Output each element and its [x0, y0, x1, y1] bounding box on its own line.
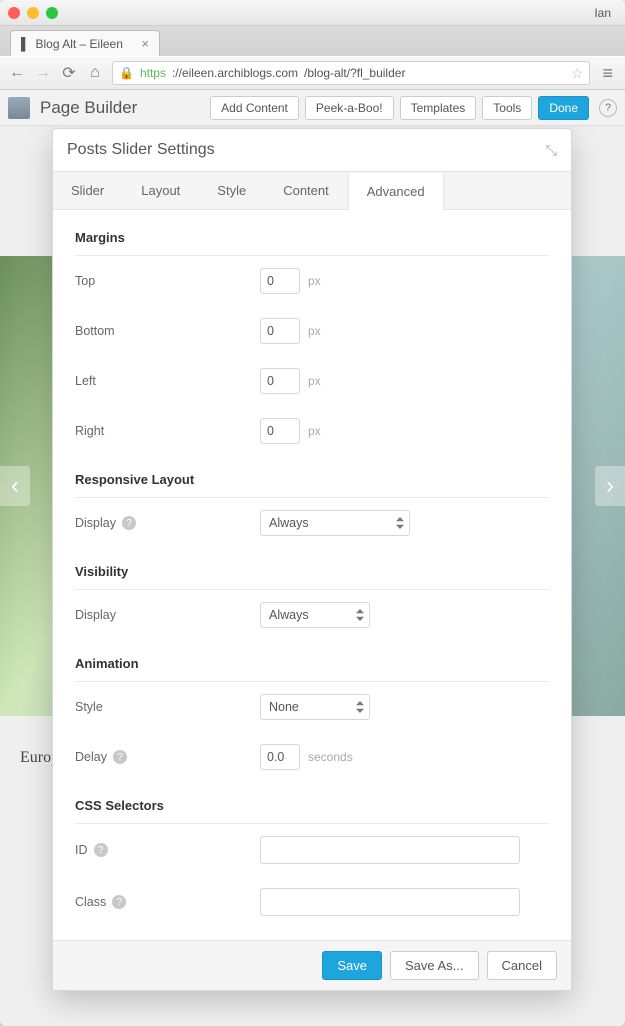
bookmark-icon[interactable]: ☆: [571, 65, 584, 82]
label-top: Top: [75, 274, 260, 288]
tab-layout[interactable]: Layout: [123, 172, 199, 209]
row-visibility-display: Display Always: [75, 590, 549, 640]
label-display-visibility: Display: [75, 608, 260, 622]
collapse-icon[interactable]: ⤡: [546, 142, 557, 159]
address-bar[interactable]: 🔒 https ://eileen.archiblogs.com/blog-alt…: [112, 61, 590, 85]
row-margin-left: Left px: [75, 356, 549, 406]
tab-slider[interactable]: Slider: [53, 172, 123, 209]
row-anim-delay: Delay? seconds: [75, 732, 549, 782]
mac-titlebar: Ian: [0, 0, 625, 26]
section-animation: Animation: [75, 640, 549, 682]
class-input[interactable]: [260, 888, 520, 916]
responsive-display-select[interactable]: Always: [260, 510, 410, 536]
row-id: ID?: [75, 824, 549, 876]
modal-body: Margins Top px Bottom px Left px R: [53, 210, 571, 940]
row-anim-style: Style None: [75, 682, 549, 732]
tab-strip: ▌ Blog Alt – Eileen ×: [0, 26, 625, 56]
margin-right-input[interactable]: [260, 418, 300, 444]
zoom-window-icon[interactable]: [46, 7, 58, 19]
help-icon[interactable]: ?: [599, 99, 617, 117]
label-display-responsive: Display?: [75, 516, 260, 530]
modal-tabs: Slider Layout Style Content Advanced: [53, 171, 571, 210]
margin-bottom-input[interactable]: [260, 318, 300, 344]
animation-delay-input[interactable]: [260, 744, 300, 770]
label-right: Right: [75, 424, 260, 438]
unit-px: px: [308, 374, 321, 388]
section-css: CSS Selectors: [75, 782, 549, 824]
add-content-button[interactable]: Add Content: [210, 96, 299, 120]
margin-left-input[interactable]: [260, 368, 300, 394]
pb-logo-icon: [8, 97, 30, 119]
slider-prev-icon[interactable]: ‹: [0, 466, 30, 506]
page-builder-bar: Page Builder Add Content Peek-a-Boo! Tem…: [0, 90, 625, 126]
done-button[interactable]: Done: [538, 96, 589, 120]
peek-button[interactable]: Peek-a-Boo!: [305, 96, 394, 120]
label-class: Class?: [75, 895, 260, 909]
unit-px: px: [308, 274, 321, 288]
row-responsive-display: Display? Always: [75, 498, 549, 548]
favicon: ▌: [21, 37, 30, 51]
page-title: Page Builder: [40, 98, 137, 118]
modal-header: Posts Slider Settings ⤡: [53, 129, 571, 171]
close-window-icon[interactable]: [8, 7, 20, 19]
home-icon[interactable]: ⌂: [86, 64, 104, 82]
chrome-menu-icon[interactable]: ≡: [598, 63, 617, 84]
section-visibility: Visibility: [75, 548, 549, 590]
id-input[interactable]: [260, 836, 520, 864]
save-button[interactable]: Save: [322, 951, 382, 980]
url-path: /blog-alt/?fl_builder: [304, 66, 405, 80]
hint-icon[interactable]: ?: [94, 843, 108, 857]
traffic-lights[interactable]: [8, 7, 58, 19]
section-margins: Margins: [75, 214, 549, 256]
tab-title: Blog Alt – Eileen: [36, 37, 123, 51]
label-style: Style: [75, 700, 260, 714]
toolbar: ← → ⟳ ⌂ 🔒 https ://eileen.archiblogs.com /…: [0, 56, 625, 90]
visibility-display-select[interactable]: Always: [260, 602, 370, 628]
back-icon[interactable]: ←: [8, 64, 26, 82]
slider-next-icon[interactable]: ›: [595, 466, 625, 506]
label-bottom: Bottom: [75, 324, 260, 338]
tab-advanced[interactable]: Advanced: [348, 173, 444, 210]
close-tab-icon[interactable]: ×: [141, 36, 149, 51]
browser-window: Ian ▌ Blog Alt – Eileen × ← → ⟳ ⌂ 🔒 http…: [0, 0, 625, 1026]
hint-icon[interactable]: ?: [113, 750, 127, 764]
minimize-window-icon[interactable]: [27, 7, 39, 19]
section-responsive: Responsive Layout: [75, 456, 549, 498]
tab-style[interactable]: Style: [199, 172, 265, 209]
label-left: Left: [75, 374, 260, 388]
save-as-button[interactable]: Save As...: [390, 951, 479, 980]
profile-user[interactable]: Ian: [594, 6, 617, 20]
hint-icon[interactable]: ?: [112, 895, 126, 909]
modal-footer: Save Save As... Cancel: [53, 940, 571, 990]
tab-content[interactable]: Content: [265, 172, 348, 209]
animation-style-select[interactable]: None: [260, 694, 370, 720]
row-margin-right: Right px: [75, 406, 549, 456]
label-id: ID?: [75, 843, 260, 857]
modal-title: Posts Slider Settings: [67, 141, 215, 159]
forward-icon[interactable]: →: [34, 64, 52, 82]
row-margin-top: Top px: [75, 256, 549, 306]
unit-px: px: [308, 424, 321, 438]
settings-modal: Posts Slider Settings ⤡ Slider Layout St…: [52, 128, 572, 991]
browser-tab[interactable]: ▌ Blog Alt – Eileen ×: [10, 30, 160, 56]
cancel-button[interactable]: Cancel: [487, 951, 557, 980]
page-body: ‹ › Europe and beyond as we search and s…: [0, 126, 625, 1026]
lock-icon: 🔒: [119, 66, 134, 80]
url-host: ://eileen.archiblogs.com: [172, 66, 298, 80]
margin-top-input[interactable]: [260, 268, 300, 294]
unit-px: px: [308, 324, 321, 338]
label-delay: Delay?: [75, 750, 260, 764]
url-scheme: https: [140, 66, 166, 80]
row-margin-bottom: Bottom px: [75, 306, 549, 356]
tools-button[interactable]: Tools: [482, 96, 532, 120]
templates-button[interactable]: Templates: [400, 96, 477, 120]
reload-icon[interactable]: ⟳: [60, 63, 78, 83]
unit-seconds: seconds: [308, 750, 353, 764]
row-class: Class?: [75, 876, 549, 928]
hint-icon[interactable]: ?: [122, 516, 136, 530]
